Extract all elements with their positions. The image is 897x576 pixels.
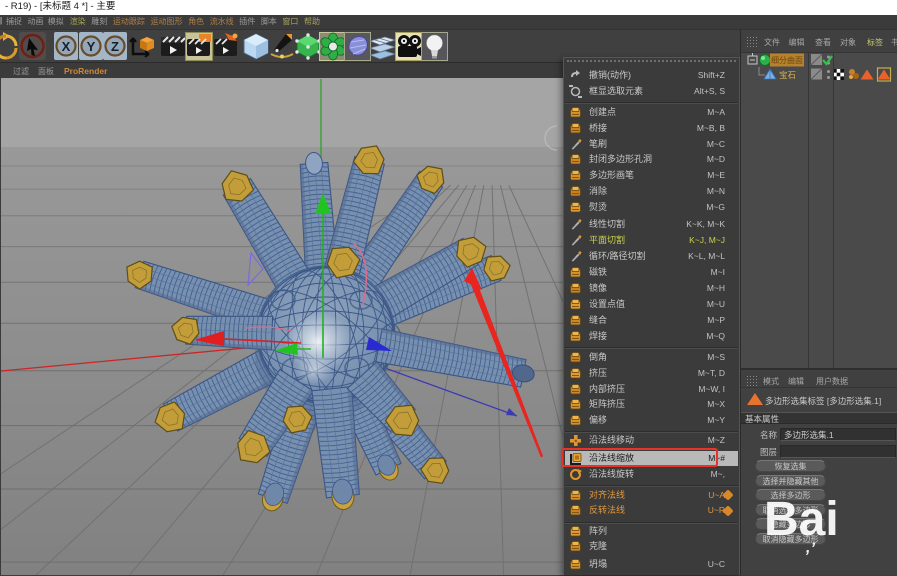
svg-text:Z: Z (111, 39, 119, 54)
svg-text:面板: 面板 (38, 66, 54, 76)
svg-text:过滤: 过滤 (13, 66, 29, 76)
svg-text:X: X (62, 39, 71, 54)
svg-text:Y: Y (86, 39, 95, 54)
svg-text:ProRender: ProRender (64, 66, 108, 76)
